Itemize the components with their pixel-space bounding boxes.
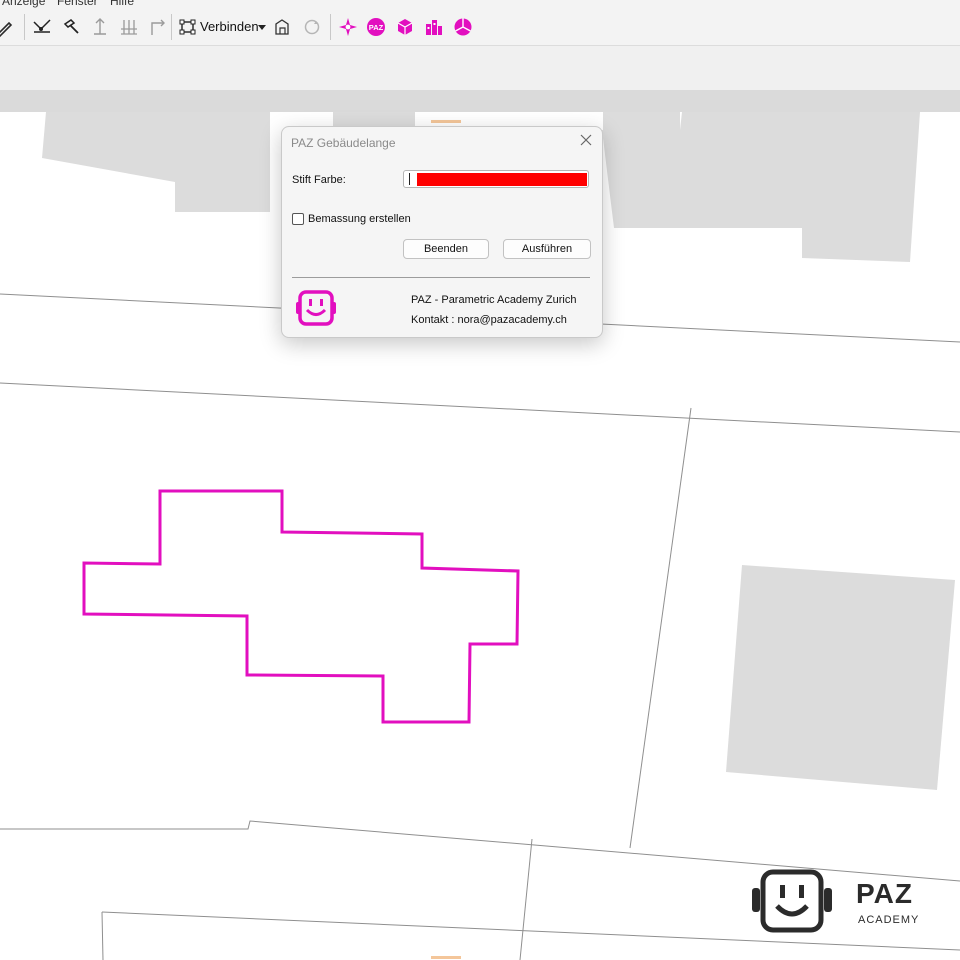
organization-name: PAZ - Parametric Academy Zurich xyxy=(411,294,577,306)
dialog-divider xyxy=(292,277,590,278)
building-outline xyxy=(82,489,520,724)
paz-robot-logo-icon xyxy=(295,290,337,328)
connect-label[interactable]: Verbinden xyxy=(200,19,259,34)
connect-icon[interactable] xyxy=(177,16,199,38)
paz-buildings-icon[interactable] xyxy=(423,16,445,38)
paz-logo-icon[interactable]: PAZ xyxy=(365,16,387,38)
dimension-checkbox[interactable] xyxy=(292,213,304,225)
menu-bar: Anzeige Fenster Hilfe xyxy=(0,0,960,8)
pen-color-label: Stift Farbe: xyxy=(292,174,346,186)
dialog-title: PAZ Gebäudelange xyxy=(291,136,396,150)
building-block xyxy=(726,565,955,790)
chevron-down-icon[interactable] xyxy=(256,16,268,38)
refresh-icon[interactable] xyxy=(301,16,323,38)
parcel-line xyxy=(629,407,692,849)
building-icon[interactable] xyxy=(272,16,294,38)
quit-button[interactable]: Beenden xyxy=(403,239,489,259)
building-block xyxy=(42,112,270,212)
menu-item-fenster[interactable]: Fenster xyxy=(57,0,98,8)
array-icon[interactable] xyxy=(118,16,140,38)
parcel-line xyxy=(101,911,104,960)
marker xyxy=(431,120,461,123)
watermark-subtitle: ACADEMY xyxy=(858,914,920,926)
parcel-line xyxy=(0,382,960,433)
toolbar-empty-area xyxy=(0,46,960,90)
corner-icon[interactable] xyxy=(147,16,169,38)
parcel-line xyxy=(519,838,533,960)
trim-icon[interactable] xyxy=(31,16,53,38)
toolbar-divider xyxy=(330,14,331,40)
paz-cross-icon[interactable] xyxy=(337,16,359,38)
toolbar: Verbinden PAZ xyxy=(0,8,960,46)
dimension-checkbox-label[interactable]: Bemassung erstellen xyxy=(308,213,411,225)
text-caret xyxy=(409,173,410,185)
extrude-icon[interactable] xyxy=(89,16,111,38)
close-icon[interactable] xyxy=(578,132,594,148)
paz-pie-icon[interactable] xyxy=(452,16,474,38)
hammer-icon[interactable] xyxy=(60,16,82,38)
viewport-header xyxy=(0,90,960,112)
watermark-brand: PAZ xyxy=(856,878,913,909)
building-block xyxy=(602,112,920,262)
gebaeudelange-dialog: PAZ Gebäudelange Stift Farbe: Bemassung … xyxy=(281,126,603,338)
contact-info: Kontakt : nora@pazacademy.ch xyxy=(411,314,567,326)
pencil-icon[interactable] xyxy=(0,16,16,38)
pen-color-swatch xyxy=(417,173,587,186)
pen-color-field[interactable] xyxy=(403,170,589,188)
paz-cube-icon[interactable] xyxy=(394,16,416,38)
toolbar-divider xyxy=(24,14,25,40)
marker xyxy=(431,956,461,959)
menu-item-hilfe[interactable]: Hilfe xyxy=(110,0,134,8)
paz-academy-logo-icon xyxy=(750,868,834,936)
toolbar-divider xyxy=(171,14,172,40)
menu-item-anzeige[interactable]: Anzeige xyxy=(2,0,45,8)
run-button[interactable]: Ausführen xyxy=(503,239,591,259)
svg-text:PAZ: PAZ xyxy=(369,23,384,32)
